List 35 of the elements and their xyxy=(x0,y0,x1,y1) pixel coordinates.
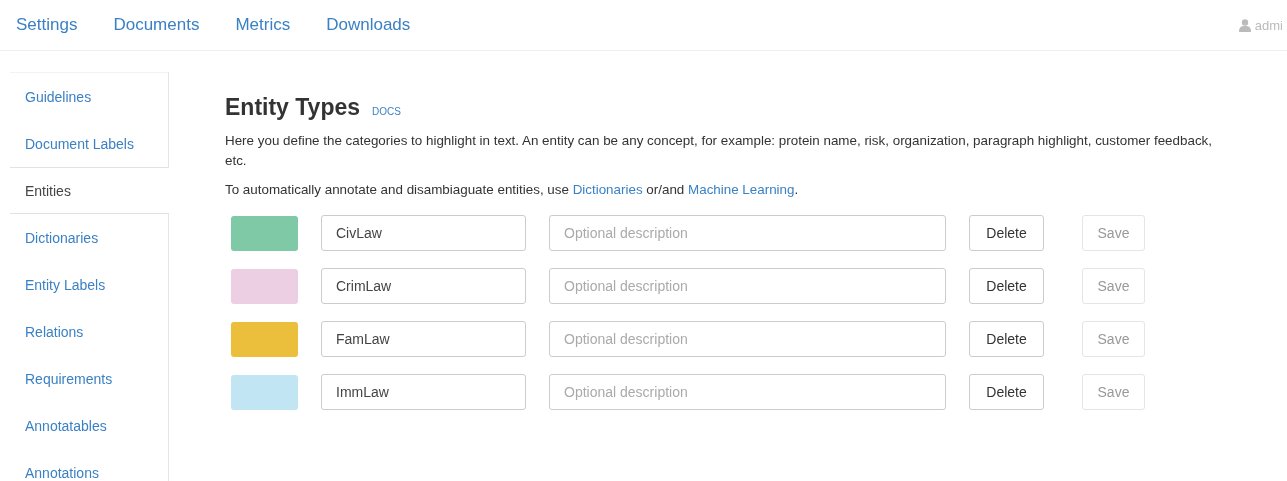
hint-text: To automatically annotate and disambiaguate entities, use Dictionaries or/and Machine Learning. xyxy=(225,181,800,199)
sidebar-item[interactable]: Entity Labels xyxy=(10,261,168,308)
sidebar-item[interactable]: Document Labels xyxy=(10,120,168,167)
sidebar-item[interactable]: Entities xyxy=(10,167,169,214)
description-field[interactable]: Optional description xyxy=(549,321,946,357)
delete-button[interactable]: Delete xyxy=(969,321,1044,357)
description-field[interactable]: Optional description xyxy=(549,374,946,410)
delete-button[interactable]: Delete xyxy=(969,215,1044,251)
name-field[interactable]: CrimLaw xyxy=(321,268,526,304)
page-title: Entity Types xyxy=(225,94,361,121)
sidebar-item[interactable]: Requirements xyxy=(10,355,168,402)
sidebar-item[interactable]: Annotations xyxy=(10,449,168,481)
sidebar-item[interactable]: Annotatables xyxy=(10,402,168,449)
description-field[interactable]: Optional description xyxy=(549,215,946,251)
color-swatch[interactable] xyxy=(231,374,298,410)
dictionaries-link[interactable]: Dictionaries xyxy=(572,182,643,197)
name-field[interactable]: CivLaw xyxy=(321,215,526,251)
color-swatch[interactable] xyxy=(231,268,298,304)
delete-button[interactable]: Delete xyxy=(969,374,1044,410)
description-field[interactable]: Optional description xyxy=(549,268,946,304)
name-field[interactable]: FamLaw xyxy=(321,321,526,357)
nav-link[interactable]: Downloads xyxy=(326,15,411,35)
sidebar-item[interactable]: Guidelines xyxy=(10,73,168,120)
color-swatch[interactable] xyxy=(231,215,298,251)
nav-link[interactable]: Metrics xyxy=(235,15,291,35)
nav-link[interactable]: Documents xyxy=(113,15,200,35)
user-icon xyxy=(1238,18,1251,32)
delete-button[interactable]: Delete xyxy=(969,268,1044,304)
docs-link[interactable]: DOCS xyxy=(372,106,401,117)
sidebar-item[interactable]: Relations xyxy=(10,308,168,355)
sidebar-item[interactable]: Dictionaries xyxy=(10,214,168,261)
description-text: Here you define the categories to highlight in text. An entity can be any concept, for example: protein name, risk, organization, paragraph highlight, customer feedback, etc. xyxy=(225,132,1214,170)
color-swatch[interactable] xyxy=(231,321,298,357)
nav-link[interactable]: Settings xyxy=(16,15,78,35)
name-field[interactable]: ImmLaw xyxy=(321,374,526,410)
